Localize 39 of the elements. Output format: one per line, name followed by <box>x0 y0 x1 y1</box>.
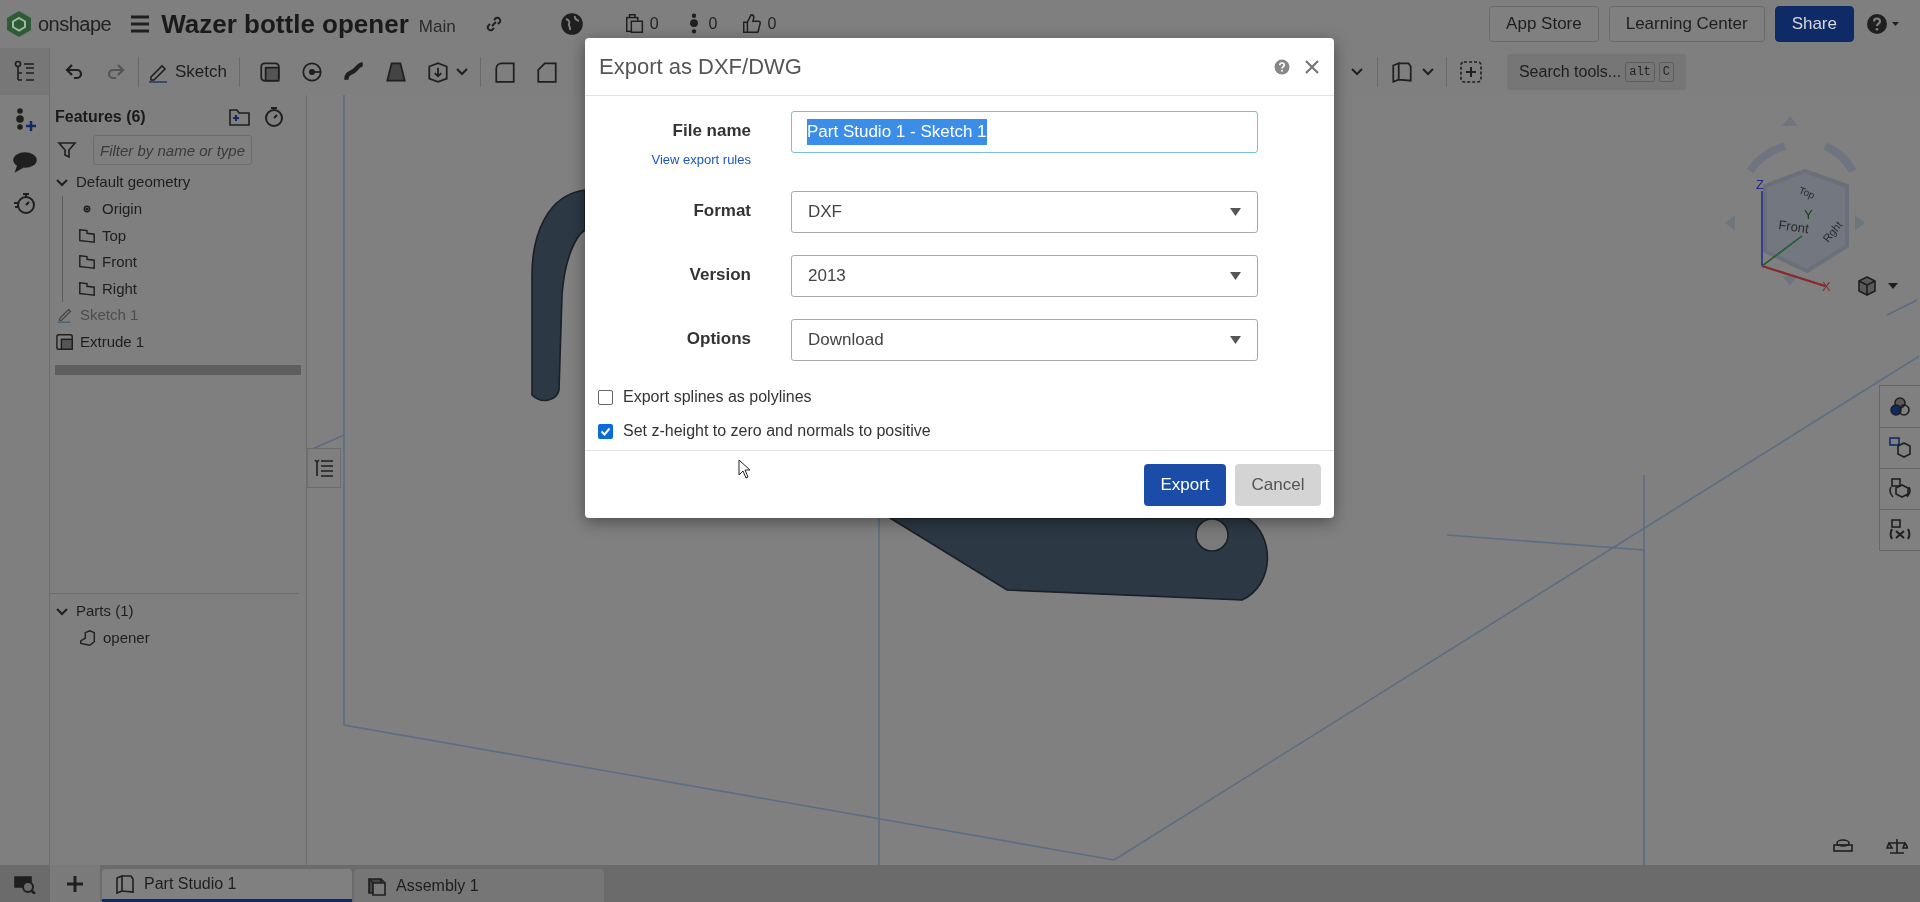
export-rules-link[interactable]: View export rules <box>651 149 751 169</box>
document-tab[interactable]: Assembly 1 <box>354 869 604 902</box>
feature-item[interactable]: Extrude 1 <box>80 330 145 353</box>
feature-item[interactable]: Right <box>102 277 138 300</box>
branch-label: Main <box>418 16 456 39</box>
filter-field[interactable]: Filter by name or type <box>93 135 252 165</box>
checkbox-label: Set z-height to zero and normals to positive <box>623 421 931 441</box>
panel-title[interactable]: Parts (1) <box>76 600 134 623</box>
filename-field[interactable]: Part Studio 1 - Sketch 1 <box>791 111 1258 153</box>
header-button[interactable]: App Store <box>1489 6 1599 42</box>
document-tab[interactable]: Part Studio 1 <box>102 869 352 902</box>
feature-item[interactable]: Top <box>102 224 127 247</box>
key-label: C <box>1658 61 1674 82</box>
field-label: Format <box>693 200 751 222</box>
feature-item[interactable]: Origin <box>102 198 142 221</box>
search-tools-field[interactable]: Search tools... alt C <box>1506 53 1686 90</box>
logo-text: onshape <box>38 12 112 37</box>
header-button[interactable]: Learning Center <box>1608 6 1765 42</box>
field-label: File name <box>672 120 751 142</box>
checkbox-label: Export splines as polylines <box>623 387 812 407</box>
part-item[interactable]: opener <box>103 627 150 650</box>
tree-group-label[interactable]: Default geometry <box>76 171 191 194</box>
dialog-button[interactable]: Cancel <box>1235 463 1321 506</box>
count-label: 0 <box>649 14 659 34</box>
sketch-button[interactable]: Sketch <box>147 58 227 85</box>
dropdown[interactable]: Download <box>791 319 1258 361</box>
count-label: 0 <box>767 14 777 34</box>
feature-item[interactable]: Front <box>102 251 137 274</box>
dialog-title: Export as DXF/DWG <box>599 53 802 81</box>
field-label: Version <box>689 264 751 286</box>
dialog-button[interactable]: Export <box>1144 463 1226 506</box>
header-button[interactable]: Share <box>1774 6 1854 42</box>
dropdown[interactable]: 2013 <box>791 255 1258 297</box>
panel-title: Features (6) <box>55 107 146 127</box>
dropdown[interactable]: DXF <box>791 191 1258 233</box>
field-label: Options <box>686 328 751 350</box>
count-label: 0 <box>708 14 718 34</box>
key-label: alt <box>1625 61 1655 82</box>
document-title: Wazer bottle opener <box>161 7 409 41</box>
